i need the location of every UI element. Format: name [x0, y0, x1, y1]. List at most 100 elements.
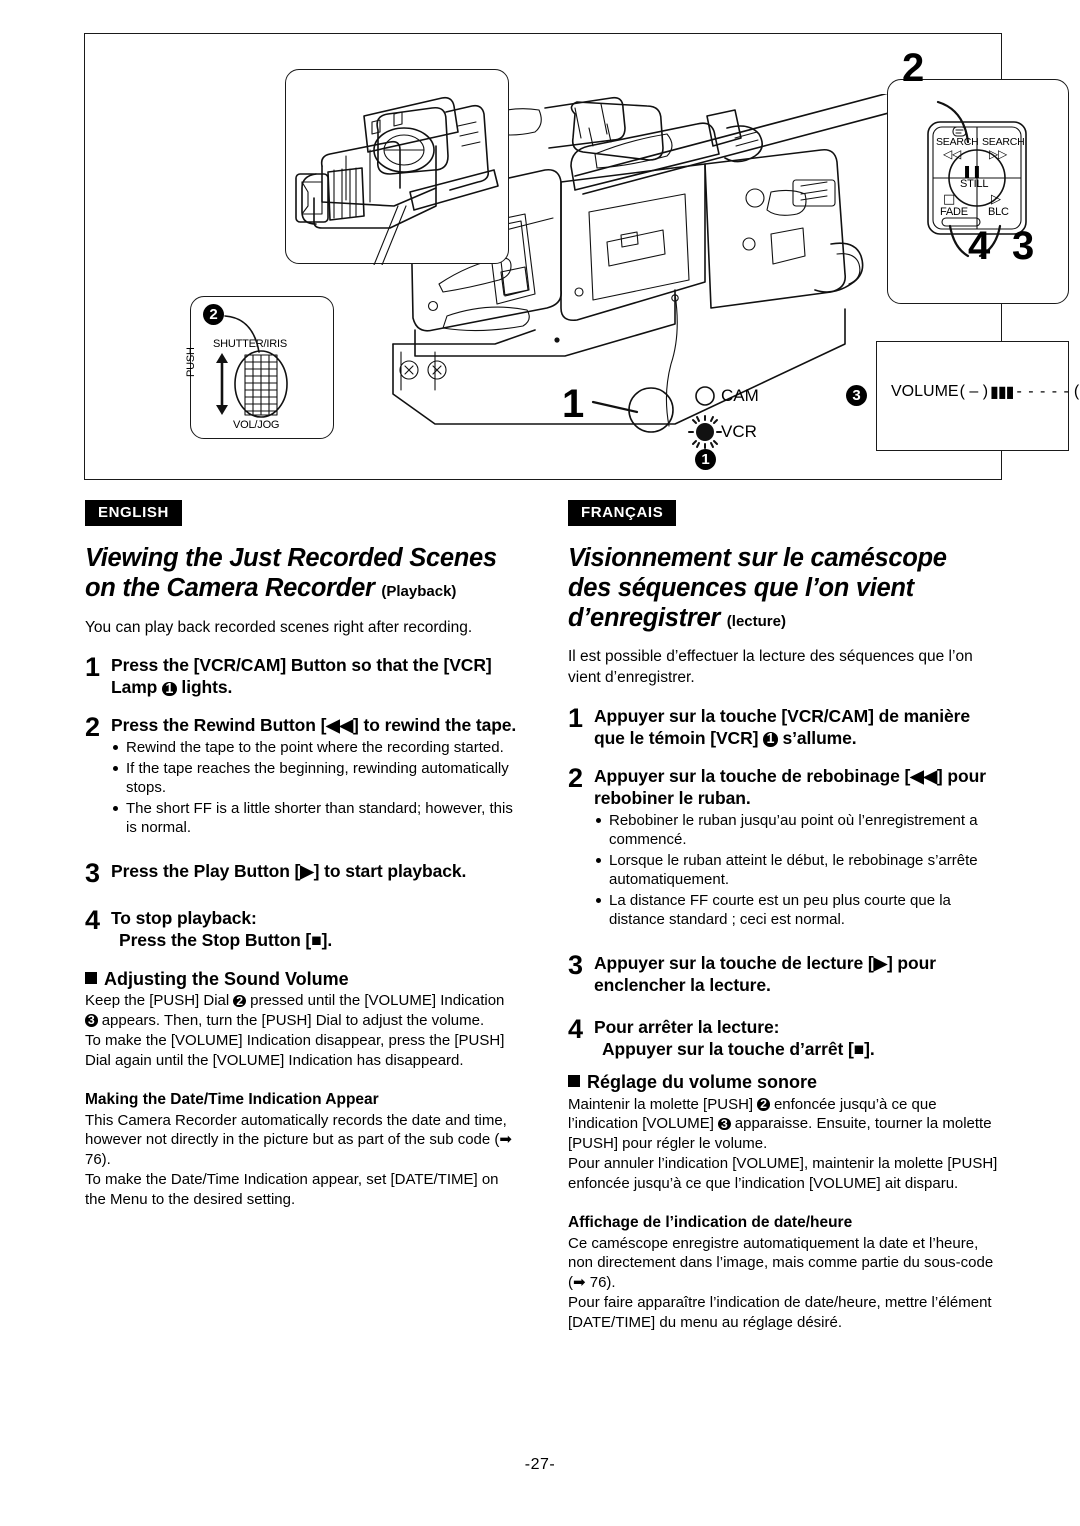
bullet-item: Rewind the tape to the point where the r…	[111, 738, 517, 758]
step-title-line-2: Press the Stop Button [■].	[119, 930, 333, 951]
title-subtitle: (Playback)	[381, 582, 457, 600]
sound-volume-paragraph-1-french: Maintenir la molette [PUSH] 2 enfoncée j…	[568, 1095, 1000, 1154]
bullet-item: The short FF is a little shorter than st…	[111, 799, 517, 838]
french-column: FRANÇAIS Visionnement sur le caméscope d…	[568, 500, 1000, 1332]
inset-control-pad-box: SEARCH ◁◁ SEARCH ▷▷ ❚❚ STILL □ FADE ▷ BL…	[887, 79, 1069, 304]
search-fwd-glyph: ▷▷	[989, 147, 1008, 161]
blc-play-glyph: ▷	[991, 192, 1001, 207]
step-4-english: 4 To stop playback: Press the Stop Butto…	[85, 907, 517, 951]
step-3-french: 3 Appuyer sur la touche de lecture [▶] p…	[568, 949, 1000, 996]
bullet-item: If the tape reaches the beginning, rewin…	[111, 759, 517, 798]
inline-circled-2: 2	[233, 995, 246, 1008]
still-glyph: ❚❚	[962, 164, 982, 178]
english-column: ENGLISH Viewing the Just Recorded Scenes…	[85, 500, 517, 1209]
vol-text-mid: pressed until the [VOLUME] Indication	[245, 992, 505, 1010]
step-number: 2	[568, 762, 584, 793]
blc-label: BLC	[988, 206, 1009, 218]
inline-circled-1: 1	[162, 682, 177, 697]
step-4-french: 4 Pour arrêter la lecture: Appuyer sur l…	[568, 1013, 1000, 1060]
inline-circled-1: 1	[763, 732, 778, 747]
step-number: 3	[568, 949, 584, 980]
title-line-3: d’enregistrer	[568, 603, 720, 632]
bullet-item: La distance FF courte est un peu plus co…	[594, 891, 1000, 930]
step-title: Appuyer sur la touche de lecture [▶] pou…	[594, 952, 936, 995]
step-number: 3	[85, 857, 101, 888]
step-title: Appuyer sur la touche de rebobinage [◀◀]…	[594, 765, 986, 808]
volume-level-dashes: - - - - -	[1016, 382, 1070, 400]
sound-volume-paragraph-2-english: To make the [VOLUME] Indication disappea…	[85, 1032, 505, 1069]
step-title-post: s’allume.	[777, 727, 857, 748]
sound-volume-heading-english: Adjusting the Sound Volume	[85, 969, 517, 991]
bullet-item: Rebobiner le ruban jusqu’au point où l’e…	[594, 811, 1000, 850]
step-title: Press the Play Button [▶] to start playb…	[111, 860, 467, 881]
bullet-item: Lorsque le ruban atteint le début, le re…	[594, 851, 1000, 890]
square-bullet-icon	[85, 971, 97, 984]
heading-text: Adjusting the Sound Volume	[104, 968, 349, 989]
step-3-english: 3 Press the Play Button [▶] to start pla…	[85, 857, 517, 888]
callout-circled-3-volume: 3	[846, 385, 867, 406]
sound-volume-heading-french: Réglage du volume sonore	[568, 1072, 1000, 1094]
inset-camcorder-detail-box	[285, 69, 509, 265]
step-1-french: 1 Appuyer sur la touche [VCR/CAM] de man…	[568, 702, 1000, 749]
callout-4: 4	[968, 224, 991, 268]
illustration-frame: 2 SHUTTER/IRIS VOL/JOG PUSH SEARCH ◁◁ SE…	[84, 33, 1080, 480]
square-bullet-icon	[568, 1075, 580, 1088]
datetime-paragraph-1-english: This Camera Recorder automatically recor…	[85, 1111, 512, 1168]
step-title: Press the [VCR/CAM] Button so that the […	[111, 654, 517, 698]
step-number: 4	[568, 1013, 584, 1044]
callout-1: 1	[562, 382, 585, 426]
datetime-paragraph-2-english: To make the Date/Time Indication appear,…	[85, 1171, 499, 1208]
step-title: Press the Rewind Button [◀◀] to rewind t…	[111, 715, 517, 736]
fade-label: FADE	[940, 206, 968, 218]
language-tag-english: ENGLISH	[85, 500, 182, 526]
still-label: STILL	[960, 178, 989, 190]
vol-text-post: appears. Then, turn the [PUSH] Dial to a…	[97, 1011, 485, 1029]
inset-push-dial-box: 2 SHUTTER/IRIS VOL/JOG PUSH	[185, 296, 334, 439]
step-title: Pour arrêter la lecture:	[594, 1016, 780, 1037]
search-rev-glyph: ◁◁	[943, 147, 962, 161]
fade-stop-glyph: □	[943, 192, 956, 207]
title-line-1: Viewing the Just Recorded Scenes	[85, 544, 497, 572]
datetime-heading-french: Affichage de l’indication de date/heure	[568, 1214, 853, 1232]
callout-2: 2	[902, 46, 925, 90]
step-number: 1	[85, 652, 101, 683]
datetime-heading-english: Making the Date/Time Indication Appear	[85, 1091, 379, 1109]
push-dial-graphic	[216, 315, 288, 418]
step-2-french: 2 Appuyer sur la touche de rebobinage [◀…	[568, 762, 1000, 930]
language-tag-french: FRANÇAIS	[568, 500, 677, 526]
callout-3: 3	[1012, 224, 1035, 268]
title-line-2: des séquences que l’on vient	[568, 573, 914, 602]
camcorder-detail-illustration	[295, 96, 499, 265]
control-pad-graphic	[927, 100, 1027, 258]
step-title: Appuyer sur la touche [VCR/CAM] de maniè…	[594, 705, 1000, 749]
heading-text: Réglage du volume sonore	[587, 1072, 818, 1093]
step-title-post: lights.	[176, 677, 233, 698]
volume-indication-display: VOLUME ( – ) ▮▮▮ - - - - - ( + )	[876, 341, 1080, 451]
datetime-paragraph-1-french: Ce caméscope enregistre automatiquement …	[568, 1234, 994, 1291]
title-line-1: Visionnement sur le caméscope	[568, 544, 947, 572]
volume-minus-label: ( – )	[959, 382, 989, 400]
intro-paragraph-english: You can play back recorded scenes right …	[85, 618, 473, 636]
volume-plus-label: ( + )	[1073, 382, 1080, 400]
step-2-bullets-french: Rebobiner le ruban jusqu’au point où l’e…	[594, 811, 1000, 930]
step-number: 2	[85, 712, 101, 743]
intro-paragraph-french: Il est possible d’effectuer la lecture d…	[568, 648, 973, 687]
search-index-mark-icon	[952, 126, 967, 137]
vol-text-pre: Keep the [PUSH] Dial	[85, 992, 234, 1010]
inline-circled-2: 2	[757, 1098, 770, 1111]
title-subtitle: (lecture)	[726, 612, 786, 630]
inline-circled-3: 3	[85, 1014, 98, 1027]
page-title-french: Visionnement sur le caméscope des séquen…	[568, 544, 1000, 633]
step-2-english: 2 Press the Rewind Button [◀◀] to rewind…	[85, 714, 517, 838]
step-number: 1	[568, 702, 584, 733]
sound-volume-paragraph-2-french: Pour annuler l’indication [VOLUME], main…	[568, 1155, 998, 1192]
sound-volume-paragraph-1-english: Keep the [PUSH] Dial 2 pressed until the…	[85, 991, 517, 1030]
volume-level-bars: ▮▮▮	[990, 382, 1014, 401]
step-2-bullets-english: Rewind the tape to the point where the r…	[111, 738, 517, 838]
vol-text-pre: Maintenir la molette [PUSH]	[568, 1095, 758, 1113]
volume-display-label: VOLUME	[891, 382, 959, 400]
page-number: -27-	[524, 1456, 556, 1473]
title-line-2: on the Camera Recorder	[85, 573, 375, 602]
datetime-paragraph-2-french: Pour faire apparaître l’indication de da…	[568, 1294, 992, 1331]
inline-circled-3: 3	[718, 1118, 731, 1131]
